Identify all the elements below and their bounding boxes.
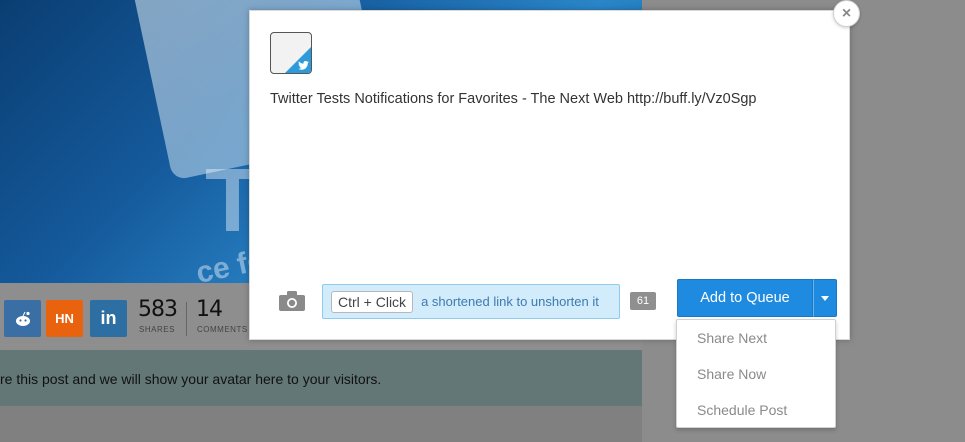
hn-share-button[interactable]: HN (46, 300, 83, 337)
twitter-profile-avatar[interactable] (270, 32, 312, 74)
comments-label: COMMENTS (197, 325, 248, 334)
count-divider (186, 302, 187, 336)
banner-text: re this post and we will show your avata… (0, 371, 382, 387)
add-to-queue-button[interactable]: Add to Queue (677, 279, 813, 317)
reddit-share-button[interactable] (4, 300, 41, 337)
shares-count: 583 (138, 297, 178, 322)
close-icon[interactable]: × (833, 0, 860, 27)
unshorten-link-hint: Ctrl + Click a shortened link to unshort… (322, 284, 620, 319)
camera-icon[interactable] (279, 291, 305, 311)
linkedin-icon: in (100, 308, 117, 328)
queue-options-toggle[interactable] (813, 279, 837, 317)
shares-label: SHARES (139, 325, 175, 334)
hn-label: HN (55, 311, 74, 326)
menu-item-share-now[interactable]: Share Now (677, 356, 835, 392)
caret-down-icon (821, 295, 829, 301)
post-text-input[interactable]: Twitter Tests Notifications for Favorite… (270, 91, 757, 107)
reddit-icon (15, 311, 30, 326)
queue-options-menu: Share Next Share Now Schedule Post (676, 319, 836, 428)
comments-count: 14 (196, 297, 223, 322)
ctrl-click-key: Ctrl + Click (331, 290, 414, 313)
twitter-icon (298, 61, 309, 70)
buffer-composer-modal: Twitter Tests Notifications for Favorite… (249, 10, 850, 340)
avatar-banner: re this post and we will show your avata… (0, 350, 642, 406)
page-footer-area (0, 406, 642, 442)
hint-text: a shortened link to unshorten it (421, 294, 599, 309)
character-count-badge: 61 (630, 292, 656, 310)
menu-item-schedule-post[interactable]: Schedule Post (677, 392, 835, 428)
menu-item-share-next[interactable]: Share Next (677, 320, 835, 356)
linkedin-share-button[interactable]: in (90, 300, 127, 337)
